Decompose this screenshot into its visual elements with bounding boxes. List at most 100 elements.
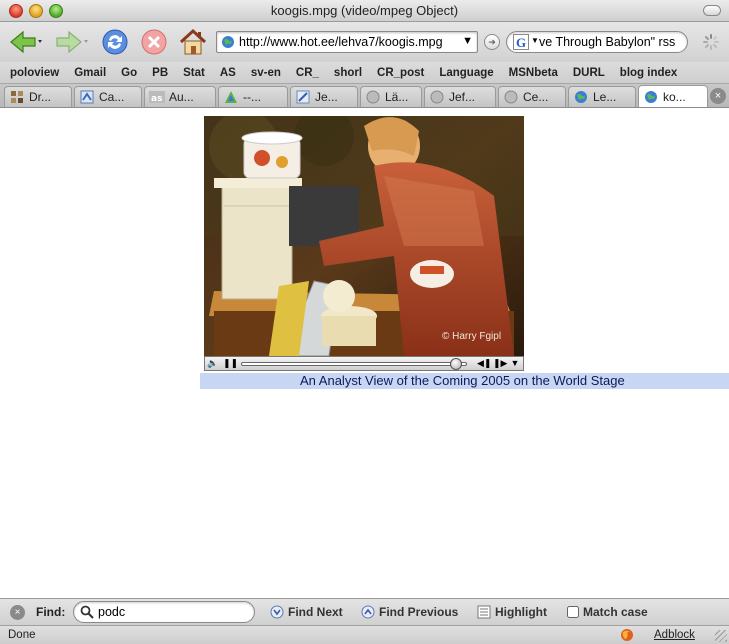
tab-label: Je... (315, 90, 338, 104)
bookmark-pb[interactable]: PB (152, 67, 168, 79)
bookmark-cr[interactable]: CR_ (296, 67, 319, 79)
tab-3[interactable]: as Au... (144, 86, 216, 107)
back-button[interactable] (6, 26, 46, 58)
find-input-value: podc (98, 605, 126, 619)
bookmark-shorl[interactable]: shorl (334, 67, 362, 79)
video-player[interactable]: © Harry Fgipl (204, 116, 524, 356)
down-arrow-circle-icon (270, 605, 284, 619)
search-field[interactable]: G ▼ ve Through Babylon" rss (506, 31, 688, 53)
window-title: koogis.mpg (video/mpeg Object) (270, 3, 459, 18)
find-input[interactable]: podc (73, 601, 255, 623)
globe-icon (573, 89, 589, 105)
tab-10-active[interactable]: ko... (638, 85, 708, 107)
match-case-label: Match case (583, 605, 648, 619)
up-arrow-circle-icon (361, 605, 375, 619)
bookmark-stat[interactable]: Stat (183, 67, 205, 79)
bookmarks-toolbar: poloview Gmail Go PB Stat AS sv-en CR_ s… (0, 62, 729, 84)
highlight-button[interactable]: Highlight (477, 604, 547, 620)
volume-icon[interactable]: 🔈 (207, 357, 219, 370)
home-button[interactable] (176, 26, 210, 58)
triangle-icon (223, 89, 239, 105)
window-title-bar: koogis.mpg (video/mpeg Object) (0, 0, 729, 22)
url-field[interactable]: http://www.hot.ee/lehva7/koogis.mpg ▼ (216, 31, 478, 53)
tab-2[interactable]: Ca... (74, 86, 142, 107)
tab-4[interactable]: --... (218, 86, 288, 107)
home-icon (179, 28, 207, 55)
tab-1[interactable]: Dr... (4, 86, 72, 107)
bookmark-sv-en[interactable]: sv-en (251, 67, 281, 79)
video-controls: 🔈 ❚❚ ◀❚ ❚▶ ▼ (204, 356, 524, 371)
step-back-icon[interactable]: ◀❚ (477, 357, 491, 370)
highlight-icon (477, 605, 491, 619)
gray-globe-icon (429, 89, 445, 105)
status-bar: Done Adblock (0, 625, 729, 644)
search-engine-dropdown-icon[interactable]: ▼ (531, 36, 539, 45)
dr-icon (9, 89, 25, 105)
as-icon: as (149, 89, 165, 105)
step-forward-icon[interactable]: ❚▶ (493, 357, 507, 370)
bookmark-poloview[interactable]: poloview (10, 67, 59, 79)
tab-label: ko... (663, 89, 686, 104)
find-previous-button[interactable]: Find Previous (361, 604, 458, 620)
tab-8[interactable]: Ce... (498, 86, 566, 107)
globe-icon (643, 89, 659, 105)
gray-globe-icon (503, 89, 519, 105)
tab-label: Dr... (29, 90, 52, 104)
find-close-icon[interactable]: × (10, 605, 25, 620)
tab-label: Ce... (523, 90, 549, 104)
forward-button[interactable] (52, 26, 92, 58)
video-watermark: © Harry Fgipl (442, 331, 501, 342)
bookmark-blog-index[interactable]: blog index (620, 67, 678, 79)
tab-7[interactable]: Jef... (424, 86, 496, 107)
progress-knob[interactable] (449, 358, 462, 370)
tab-6[interactable]: Lä... (360, 86, 422, 107)
back-arrow-icon (10, 30, 42, 54)
navigation-toolbar: http://www.hot.ee/lehva7/koogis.mpg ▼ ➜ … (0, 22, 729, 62)
status-text: Done (8, 629, 36, 641)
toolbar-toggle-button[interactable] (703, 5, 721, 16)
bookmark-language[interactable]: Language (439, 67, 493, 79)
match-case-checkbox[interactable]: Match case (567, 604, 648, 620)
close-tab-icon[interactable]: × (710, 88, 726, 104)
pause-icon[interactable]: ❚❚ (223, 357, 238, 370)
bookmark-msnbeta[interactable]: MSNbeta (509, 67, 558, 79)
site-globe-icon (221, 35, 235, 52)
tab-label: --... (243, 90, 261, 104)
activity-throbber-icon (703, 34, 719, 53)
bookmark-go[interactable]: Go (121, 67, 137, 79)
go-button[interactable]: ➜ (484, 34, 500, 50)
options-dropdown-icon[interactable]: ▼ (509, 357, 521, 370)
tab-label: Lä... (385, 90, 409, 104)
reload-button[interactable] (98, 26, 132, 58)
je-icon (295, 89, 311, 105)
gray-globe-icon (365, 89, 381, 105)
find-previous-label: Find Previous (379, 605, 459, 619)
svg-text:as: as (151, 94, 162, 103)
progress-track[interactable] (241, 362, 467, 366)
search-text: ve Through Babylon" rss (539, 35, 676, 49)
bookmark-durl[interactable]: DURL (573, 67, 605, 79)
google-icon[interactable]: G (513, 34, 529, 50)
bookmark-as[interactable]: AS (220, 67, 236, 79)
stop-button[interactable] (138, 26, 170, 58)
find-next-button[interactable]: Find Next (270, 604, 343, 620)
tab-label: Jef... (449, 90, 476, 104)
bookmark-cr-post[interactable]: CR_post (377, 67, 424, 79)
firefox-icon[interactable] (620, 628, 634, 644)
adblock-link[interactable]: Adblock (654, 629, 695, 641)
resize-grip-icon[interactable] (715, 630, 727, 642)
video-frame-image: © Harry Fgipl (204, 116, 524, 356)
checkbox-icon (567, 606, 579, 618)
find-next-label: Find Next (288, 605, 343, 619)
url-dropdown-icon[interactable]: ▼ (462, 35, 473, 47)
tab-5[interactable]: Je... (290, 86, 358, 107)
tab-9[interactable]: Le... (568, 86, 636, 107)
tab-bar: Dr... Ca... as Au... --... Je... Lä... J… (0, 84, 729, 108)
reload-icon (102, 29, 128, 55)
video-caption: An Analyst View of the Coming 2005 on th… (200, 373, 729, 389)
bookmark-gmail[interactable]: Gmail (74, 67, 106, 79)
magnifier-icon (80, 605, 94, 622)
tab-label: Le... (593, 90, 617, 104)
tab-label: Au... (169, 90, 194, 104)
find-label: Find: (36, 605, 66, 619)
